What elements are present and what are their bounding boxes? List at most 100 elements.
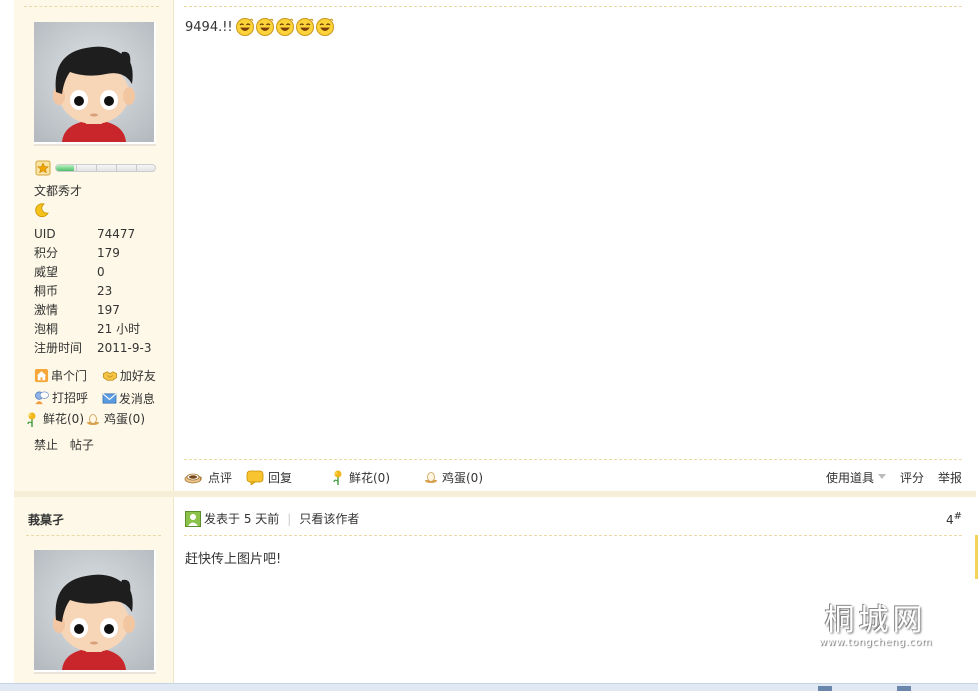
use-tool-label: 使用道具 bbox=[825, 470, 874, 485]
avatar[interactable] bbox=[34, 22, 156, 146]
laughing-emoji-icon bbox=[255, 18, 274, 36]
reply-bubble-icon bbox=[246, 470, 264, 485]
greet-label: 打招呼 bbox=[52, 390, 89, 405]
content-top-divider bbox=[184, 6, 962, 7]
stat-value: 23 bbox=[97, 283, 113, 298]
stat-key: 激情 bbox=[34, 303, 59, 317]
egg-icon bbox=[87, 413, 99, 425]
flower-icon bbox=[333, 470, 342, 485]
use-tool-dropdown[interactable]: 使用道具 bbox=[826, 469, 886, 486]
stat-key: 注册时间 bbox=[34, 341, 83, 355]
floor-mark: # bbox=[953, 510, 962, 522]
only-author-link[interactable]: 只看该作者 bbox=[299, 510, 359, 527]
post-meta: 发表于 5 天前 | 只看该作者 4# bbox=[185, 510, 962, 527]
author-sidebar: 莪菒孑 bbox=[14, 497, 174, 687]
visit-label: 串个门 bbox=[51, 368, 88, 383]
avatar-image bbox=[34, 550, 154, 670]
flower-gift-label: 鲜花(0) bbox=[43, 412, 84, 426]
stat-key: UID bbox=[34, 226, 56, 241]
admin-actions: 禁止 帖子 bbox=[34, 436, 102, 453]
stat-prestige: 威望 0 bbox=[34, 262, 164, 281]
chevron-down-icon bbox=[877, 474, 886, 479]
user-stats: UID 74477 积分 179 威望 0 桐币 23 激情 197 泡桐 21… bbox=[34, 224, 164, 357]
post-time: 发表于 5 天前 bbox=[204, 512, 280, 526]
level-segment bbox=[136, 165, 137, 171]
sidebar-top-divider bbox=[24, 6, 159, 7]
author-sidebar: 文都秀才 UID 74477 积分 179 威望 0 桐币 23 激情 197 … bbox=[14, 0, 174, 495]
ban-user-link[interactable]: 禁止 bbox=[34, 438, 58, 452]
send-message-button[interactable]: 发消息 bbox=[102, 387, 162, 409]
handshake-icon bbox=[102, 370, 117, 381]
user-posts-link[interactable]: 帖子 bbox=[70, 438, 94, 452]
post-footer-divider bbox=[184, 459, 962, 460]
level-segment bbox=[116, 165, 117, 171]
report-link[interactable]: 举报 bbox=[938, 469, 962, 486]
floor-number[interactable]: 4# bbox=[946, 511, 962, 527]
add-friend-label: 加好友 bbox=[119, 368, 156, 383]
level-segment bbox=[76, 165, 77, 171]
rate-link[interactable]: 评分 bbox=[900, 469, 924, 486]
flower-icon bbox=[27, 412, 36, 427]
stat-coins: 桐币 23 bbox=[34, 281, 164, 300]
gift-row: 鲜花(0) 鸡蛋(0) bbox=[26, 410, 145, 427]
stat-register-date: 注册时间 2011-9-3 bbox=[34, 338, 164, 357]
stat-key: 积分 bbox=[34, 246, 59, 260]
online-user-icon bbox=[185, 510, 201, 527]
stat-value: 179 bbox=[97, 245, 120, 260]
stat-value: 2011-9-3 bbox=[97, 340, 152, 355]
rank-title: 文都秀才 bbox=[34, 184, 83, 198]
reply-button[interactable]: 回复 bbox=[246, 469, 332, 486]
post-floor-4: 莪菒孑 发表于 5 天前 | 只看该作者 4# 赶快传上图片吧! bbox=[14, 497, 976, 687]
stat-uid: UID 74477 bbox=[34, 224, 164, 243]
toolbar-icon[interactable] bbox=[818, 686, 832, 691]
rank-star-icon bbox=[35, 160, 51, 176]
level-segment bbox=[96, 165, 97, 171]
author-name[interactable]: 莪菒孑 bbox=[28, 511, 64, 528]
emoji-row bbox=[235, 17, 335, 37]
laughing-emoji-icon bbox=[235, 18, 254, 36]
post-message-text: 赶快传上图片吧! bbox=[185, 552, 282, 567]
flower-label: 鲜花(0) bbox=[349, 470, 390, 485]
reply-label: 回复 bbox=[268, 470, 293, 485]
stat-points: 积分 179 bbox=[34, 243, 164, 262]
site-watermark: 桐城网 www.tongcheng.com bbox=[808, 595, 943, 651]
watermark-logo: 桐城网 bbox=[824, 603, 927, 638]
avatar[interactable] bbox=[34, 550, 156, 674]
greet-button[interactable]: 打招呼 bbox=[34, 386, 98, 408]
stat-value: 0 bbox=[97, 264, 105, 279]
user-actions: 串个门 加好友 打招呼 发消息 bbox=[34, 364, 174, 409]
stat-key: 威望 bbox=[34, 265, 59, 279]
visit-button[interactable]: 串个门 bbox=[34, 364, 98, 386]
forum-thread-page: 文都秀才 UID 74477 积分 179 威望 0 桐币 23 激情 197 … bbox=[0, 0, 978, 691]
level-progress-bar bbox=[55, 164, 156, 172]
send-message-label: 发消息 bbox=[118, 391, 155, 406]
add-friend-button[interactable]: 加好友 bbox=[102, 364, 162, 386]
stat-value: 74477 bbox=[97, 226, 136, 241]
home-icon bbox=[34, 368, 49, 382]
laughing-emoji-icon bbox=[295, 18, 314, 36]
laughing-emoji-icon bbox=[315, 18, 334, 36]
post-footer-right: 使用道具 评分 举报 bbox=[826, 469, 962, 486]
egg-gift-button[interactable]: 鸡蛋(0) bbox=[86, 410, 145, 427]
stat-value: 197 bbox=[97, 302, 120, 317]
level-row bbox=[35, 160, 156, 176]
egg-icon bbox=[425, 472, 437, 483]
flower-button[interactable]: 鲜花(0) bbox=[332, 469, 424, 486]
coffee-cup-icon bbox=[184, 473, 202, 484]
stat-online-time: 泡桐 21 小时 bbox=[34, 319, 164, 338]
flower-gift-button[interactable]: 鲜花(0) bbox=[26, 410, 84, 427]
meta-separator: | bbox=[287, 511, 292, 526]
comment-button[interactable]: 点评 bbox=[184, 469, 246, 486]
envelope-icon bbox=[102, 392, 117, 404]
egg-button[interactable]: 鸡蛋(0) bbox=[424, 469, 483, 486]
greet-icon bbox=[35, 391, 49, 404]
toolbar-icon[interactable] bbox=[897, 686, 911, 691]
post-footer: 点评 回复 鲜花(0) 鸡蛋(0) 使用道具 评分 举报 bbox=[184, 466, 962, 488]
moon-icon bbox=[35, 203, 49, 218]
stat-value: 21 小时 bbox=[97, 322, 141, 336]
left-margin bbox=[0, 0, 14, 691]
level-progress-fill bbox=[56, 165, 74, 171]
stat-key: 桐币 bbox=[34, 284, 59, 298]
post-floor-3: 文都秀才 UID 74477 积分 179 威望 0 桐币 23 激情 197 … bbox=[14, 0, 976, 495]
sidebar-divider bbox=[26, 535, 161, 536]
